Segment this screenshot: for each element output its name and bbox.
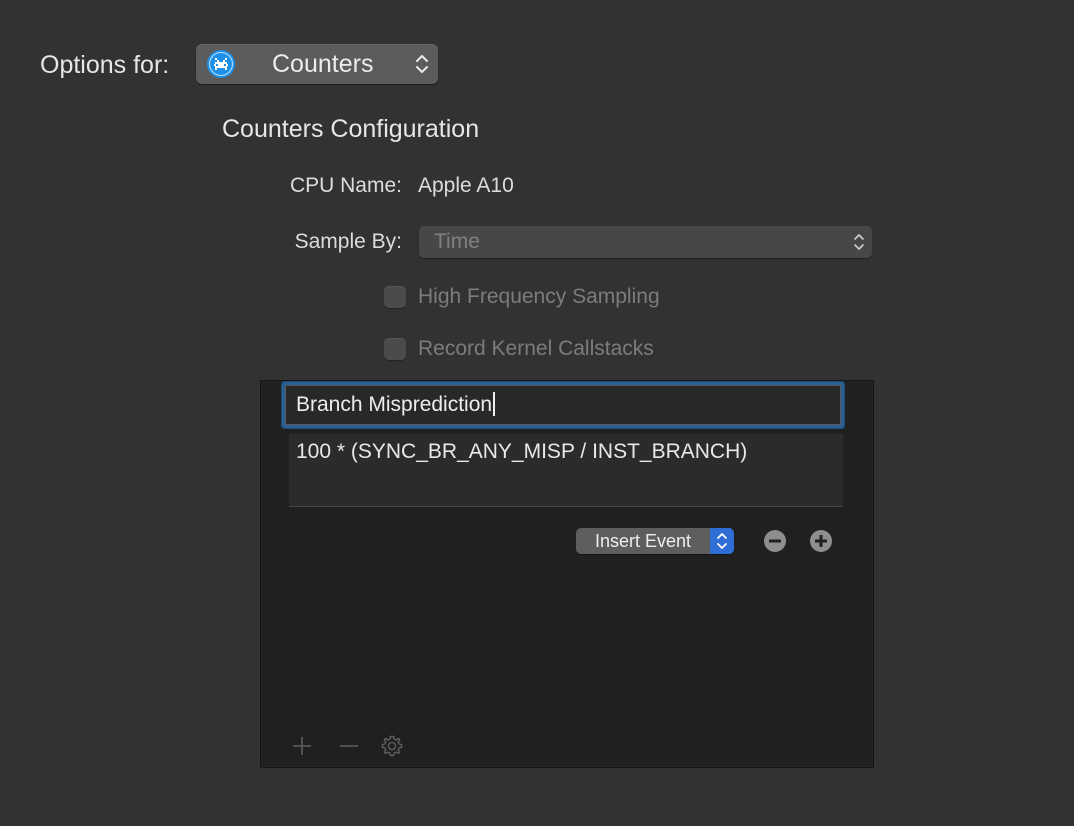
plus-icon[interactable] bbox=[290, 734, 314, 758]
section-title: Counters Configuration bbox=[222, 115, 480, 143]
sample-by-value: Time bbox=[434, 230, 480, 253]
insert-event-label: Insert Event bbox=[594, 531, 692, 551]
high-frequency-sampling-label: High Frequency Sampling bbox=[418, 285, 660, 308]
high-frequency-sampling-checkbox[interactable] bbox=[384, 286, 406, 308]
remove-event-button[interactable] bbox=[764, 530, 786, 552]
formula-name-text: Branch Misprediction bbox=[296, 393, 493, 416]
minus-circle-icon bbox=[769, 539, 781, 543]
formula-expression-text: 100 * (SYNC_BR_ANY_MISP / INST_BRANCH) bbox=[296, 440, 748, 463]
gear-icon[interactable] bbox=[380, 734, 404, 758]
record-kernel-callstacks-checkbox[interactable] bbox=[384, 338, 406, 360]
cpu-name-value: Apple A10 bbox=[418, 174, 514, 197]
up-down-chevron-icon bbox=[416, 55, 428, 73]
up-down-chevron-icon bbox=[710, 528, 734, 554]
text-caret bbox=[493, 392, 496, 416]
up-down-chevron-icon bbox=[854, 234, 864, 250]
cpu-name-label: CPU Name: bbox=[289, 174, 402, 197]
insert-event-popup[interactable]: Insert Event bbox=[576, 528, 734, 554]
formula-name-input[interactable]: Branch Misprediction bbox=[285, 385, 841, 425]
plus-circle-icon bbox=[815, 535, 827, 547]
counters-instrument-icon bbox=[207, 50, 235, 78]
instrument-name: Counters bbox=[272, 50, 374, 78]
add-event-button[interactable] bbox=[810, 530, 832, 552]
formula-expression-field[interactable]: 100 * (SYNC_BR_ANY_MISP / INST_BRANCH) bbox=[289, 434, 843, 507]
minus-icon[interactable] bbox=[337, 734, 361, 758]
sample-by-label: Sample By: bbox=[294, 230, 402, 253]
instrument-selector[interactable]: Counters bbox=[196, 44, 438, 84]
record-kernel-callstacks-label: Record Kernel Callstacks bbox=[418, 337, 654, 360]
formula-list-panel: Branch Misprediction 100 * (SYNC_BR_ANY_… bbox=[260, 380, 874, 768]
sample-by-select[interactable]: Time bbox=[419, 226, 872, 258]
options-for-label: Options for: bbox=[40, 51, 170, 79]
